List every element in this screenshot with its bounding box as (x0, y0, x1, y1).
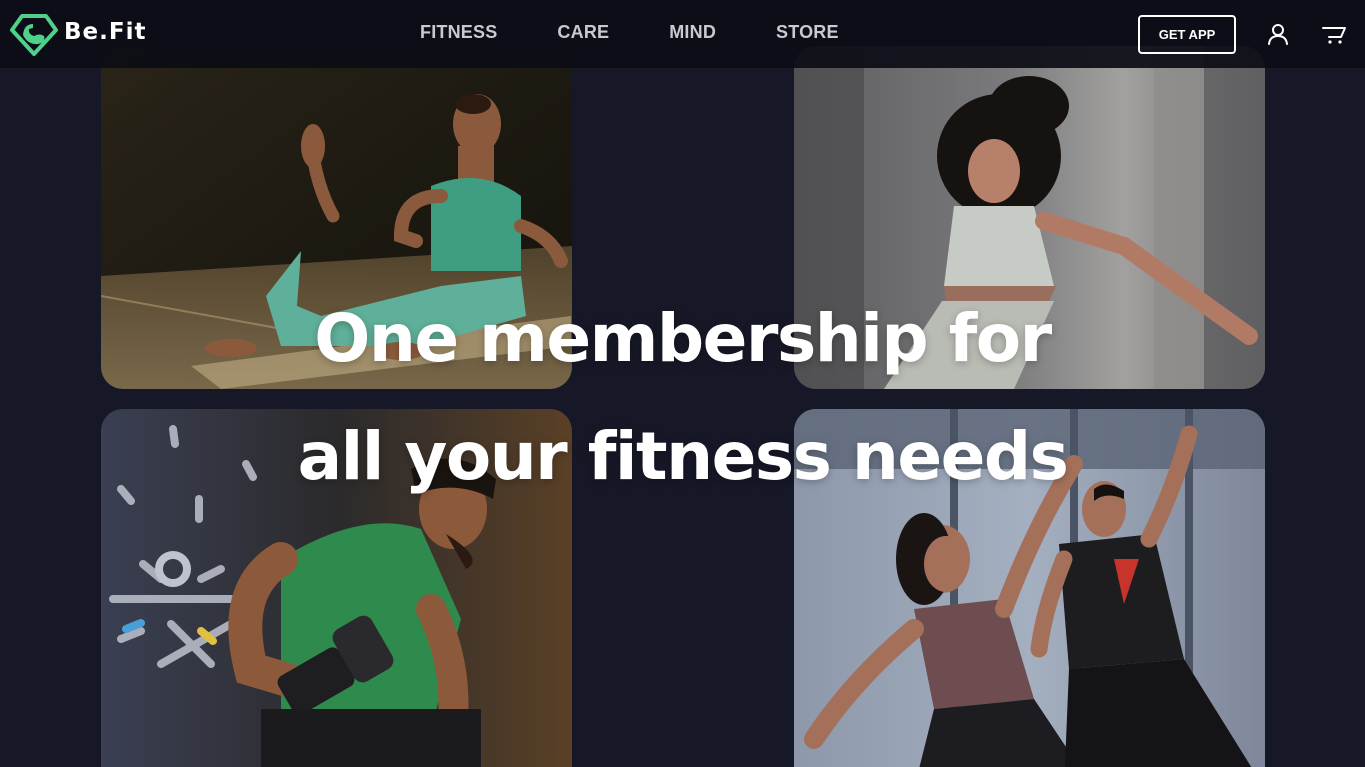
nav-item-care[interactable]: CARE (557, 22, 609, 43)
hero-line-1: One membership for (314, 300, 1052, 377)
muscle-diamond-icon (10, 14, 58, 56)
cart-icon[interactable] (1321, 22, 1349, 46)
brand-logo[interactable]: Be.Fit (8, 12, 146, 56)
top-nav-bar: Be.Fit FITNESS CARE MIND STORE GET APP (0, 0, 1365, 68)
brand-name: Be.Fit (64, 19, 147, 45)
hero-line-2: all your fitness needs (297, 418, 1069, 495)
main-nav: FITNESS CARE MIND STORE (420, 22, 839, 43)
nav-item-mind[interactable]: MIND (669, 22, 716, 43)
landing-page: Be.Fit FITNESS CARE MIND STORE GET APP O… (0, 0, 1365, 767)
user-icon[interactable] (1266, 22, 1290, 46)
nav-item-store[interactable]: STORE (776, 22, 839, 43)
nav-item-fitness[interactable]: FITNESS (420, 22, 497, 43)
hero-headline: One membership for all your fitness need… (0, 280, 1365, 516)
get-app-button[interactable]: GET APP (1138, 15, 1236, 54)
